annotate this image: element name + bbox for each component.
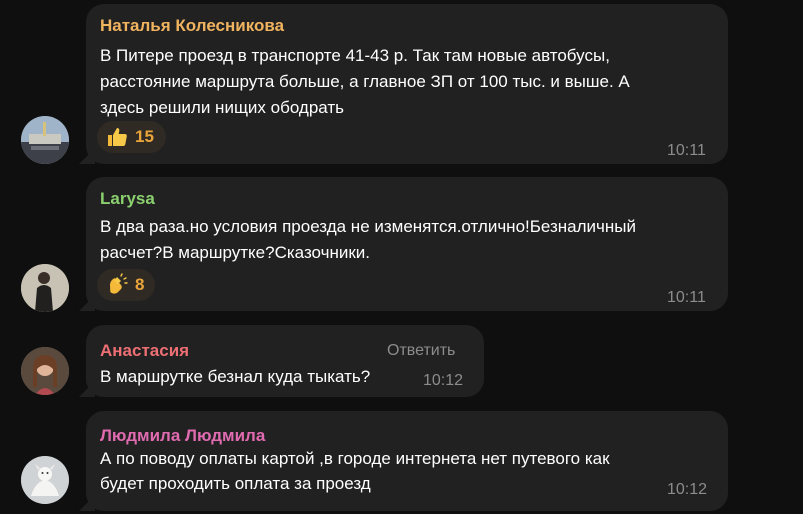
author-name[interactable]: Анастасия bbox=[100, 341, 189, 361]
reaction-count: 8 bbox=[135, 275, 145, 294]
avatar[interactable] bbox=[21, 116, 69, 164]
message-line: В два раза.но условия проезда не изменят… bbox=[100, 217, 636, 236]
city-photo-icon bbox=[21, 116, 69, 164]
reply-button[interactable]: Ответить bbox=[387, 342, 455, 360]
author-name[interactable]: Larysa bbox=[100, 189, 155, 209]
message-bubble[interactable]: Larysa В два раза.но условия проезда не … bbox=[86, 177, 728, 311]
avatar[interactable] bbox=[21, 347, 69, 395]
author-name[interactable]: Наталья Колесникова bbox=[100, 16, 284, 36]
message-line: будет проходить оплата за проезд bbox=[100, 474, 371, 493]
person-photo-icon bbox=[21, 347, 69, 395]
author-name[interactable]: Людмила Людмила bbox=[100, 426, 265, 446]
message-line: А по поводу оплаты картой ,в городе инте… bbox=[100, 449, 610, 468]
message-line: здесь решили нищих ободрать bbox=[100, 98, 345, 117]
avatar[interactable] bbox=[21, 264, 69, 312]
reaction-chip[interactable]: 15 bbox=[97, 121, 166, 153]
person-photo-icon bbox=[21, 264, 69, 312]
message-bubble[interactable]: Наталья Колесникова В Питере проезд в тр… bbox=[86, 4, 728, 164]
message-time: 10:11 bbox=[667, 142, 706, 159]
message-line: расчет?В маршрутке?Сказочники. bbox=[100, 243, 371, 262]
avatar[interactable] bbox=[21, 456, 69, 504]
clapping-hands-icon bbox=[110, 273, 128, 294]
message-time: 10:12 bbox=[423, 372, 464, 389]
message-line: В Питере проезд в транспорте 41-43 р. Та… bbox=[100, 46, 610, 65]
message-bubble[interactable]: Анастасия Ответить В маршрутке безнал ку… bbox=[86, 325, 484, 397]
comment-feed: Наталья Колесникова В Питере проезд в тр… bbox=[0, 0, 803, 514]
message-bubble[interactable]: Людмила Людмила А по поводу оплаты карто… bbox=[86, 411, 728, 511]
message-time: 10:11 bbox=[667, 289, 706, 306]
reaction-chip[interactable]: 8 bbox=[97, 269, 155, 301]
message-line: расстояние маршрута больше, а главное ЗП… bbox=[100, 72, 630, 91]
dog-photo-icon bbox=[21, 456, 69, 504]
message-time: 10:12 bbox=[667, 481, 708, 498]
thumbs-up-icon bbox=[108, 128, 127, 146]
reaction-count: 15 bbox=[135, 127, 154, 146]
message-line: В маршрутке безнал куда тыкать? bbox=[100, 367, 371, 386]
